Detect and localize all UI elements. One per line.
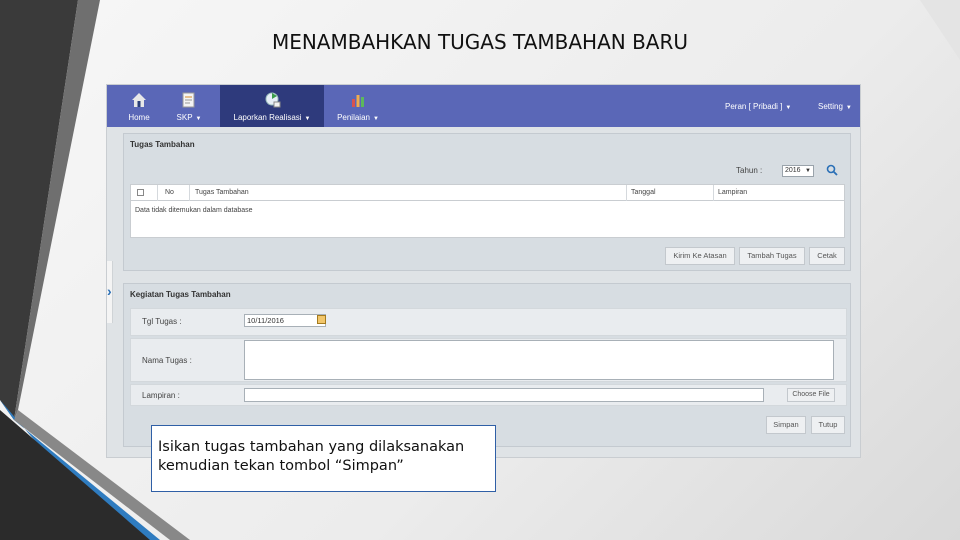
chevron-down-icon: ▼ (195, 116, 202, 122)
home-icon (132, 93, 146, 107)
empty-table-message: Data tidak ditemukan dalam database (135, 207, 253, 214)
lampiran-label: Lampiran : (142, 391, 180, 400)
panel-title: Kegiatan Tugas Tambahan (130, 290, 231, 299)
callout-line-1: Isikan tugas tambahan yang dilaksanakan (158, 439, 465, 455)
nav-skp-label: SKP (176, 113, 193, 122)
panel-title: Tugas Tambahan (130, 140, 195, 149)
tgl-tugas-value: 10/11/2016 (247, 316, 284, 325)
setting-menu[interactable]: Setting ▼ (818, 102, 852, 111)
tugas-table: No Tugas Tambahan Tanggal Lampiran Data … (130, 184, 845, 238)
tugas-tambahan-panel: Tugas Tambahan Tahun : 2016 ▼ No Tugas T… (123, 133, 851, 271)
nav-penilaian[interactable]: Penilaian ▼ (333, 85, 383, 127)
calendar-icon[interactable] (317, 315, 326, 324)
nav-laporkan-label: Laporkan Realisasi (233, 113, 302, 122)
nama-tugas-label: Nama Tugas : (142, 356, 192, 365)
tgl-tugas-input[interactable]: 10/11/2016 (244, 314, 326, 327)
cetak-button[interactable]: Cetak (809, 247, 845, 265)
column-divider (713, 185, 714, 201)
tambah-tugas-button[interactable]: Tambah Tugas (739, 247, 805, 265)
tgl-tugas-row (130, 308, 847, 336)
column-header-tanggal: Tanggal (631, 189, 656, 196)
role-menu-label: Peran [ Pribadi ] (725, 102, 783, 111)
year-select[interactable]: 2016 ▼ (782, 165, 814, 177)
nav-home[interactable]: Home (119, 85, 159, 127)
table-header: No Tugas Tambahan Tanggal Lampiran (131, 185, 844, 201)
app-screenshot: Home SKP ▼ Laporkan Realisasi ▼ Penilaia… (106, 84, 861, 458)
nav-laporkan-realisasi[interactable]: Laporkan Realisasi ▼ (220, 85, 324, 127)
lampiran-file-input[interactable] (244, 388, 764, 402)
search-icon[interactable] (826, 164, 838, 176)
top-navbar: Home SKP ▼ Laporkan Realisasi ▼ Penilaia… (107, 85, 860, 127)
select-all-checkbox[interactable] (137, 189, 144, 196)
chevron-down-icon: ▼ (372, 116, 379, 122)
simpan-button[interactable]: Simpan (766, 416, 806, 434)
year-value: 2016 (785, 167, 801, 174)
chevron-down-icon: ▼ (805, 168, 811, 174)
chevron-down-icon: ▼ (785, 105, 792, 111)
chevron-down-icon: ▼ (304, 116, 311, 122)
year-label: Tahun : (736, 166, 763, 175)
tutup-button[interactable]: Tutup (811, 416, 845, 434)
document-icon (182, 92, 195, 108)
column-header-no: No (165, 189, 174, 196)
slide-title: MENAMBAHKAN TUGAS TAMBAHAN BARU (271, 30, 689, 54)
choose-file-button[interactable]: Choose File (787, 388, 835, 402)
chevron-right-icon[interactable]: › (107, 283, 112, 299)
callout-line-2: kemudian tekan tombol “Simpan” (158, 458, 404, 474)
nama-tugas-textarea[interactable] (244, 340, 834, 380)
setting-menu-label: Setting (818, 102, 843, 111)
column-divider (626, 185, 627, 201)
instruction-callout: Isikan tugas tambahan yang dilaksanakan … (151, 425, 496, 492)
column-divider (157, 185, 158, 201)
chart-icon (352, 95, 364, 107)
role-menu[interactable]: Peran [ Pribadi ] ▼ (725, 102, 791, 111)
column-divider (189, 185, 190, 201)
kegiatan-tugas-panel: Kegiatan Tugas Tambahan Tgl Tugas : 10/1… (123, 283, 851, 447)
kirim-ke-atasan-button[interactable]: Kirim Ke Atasan (665, 247, 735, 265)
nav-home-label: Home (128, 113, 150, 122)
report-icon (265, 92, 281, 108)
column-header-tugas: Tugas Tambahan (195, 189, 249, 196)
tgl-tugas-label: Tgl Tugas : (142, 317, 182, 326)
nav-penilaian-label: Penilaian (337, 113, 370, 122)
chevron-down-icon: ▼ (845, 105, 852, 111)
column-header-lampiran: Lampiran (718, 189, 748, 196)
nav-skp[interactable]: SKP ▼ (169, 85, 209, 127)
